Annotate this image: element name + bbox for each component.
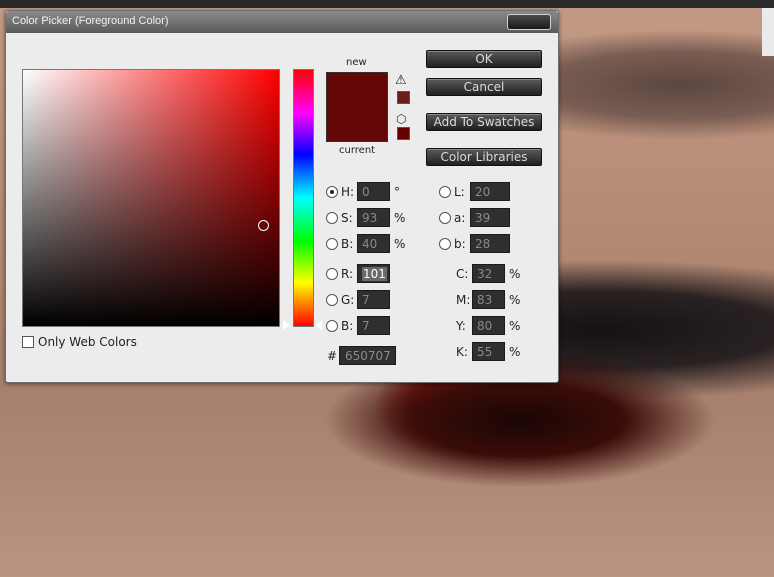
current-color-swatch[interactable] [326, 106, 388, 142]
top-bar [0, 0, 774, 8]
y-unit: % [509, 318, 521, 333]
h-field[interactable]: 0 [357, 182, 390, 201]
k-unit: % [509, 344, 521, 359]
l-field[interactable]: 20 [470, 182, 510, 201]
a-radio[interactable] [439, 211, 451, 224]
gamut-warning-swatch[interactable] [397, 91, 410, 104]
brightness-field[interactable]: 40 [357, 234, 390, 253]
a-field[interactable]: 39 [470, 208, 510, 227]
dialog-title: Color Picker (Foreground Color) [12, 15, 169, 27]
only-web-colors-label: Only Web Colors [38, 335, 137, 349]
k-row: K: 55 % [456, 342, 520, 361]
only-web-colors-checkbox[interactable] [22, 336, 34, 348]
add-to-swatches-button[interactable]: Add To Swatches [426, 113, 542, 131]
only-web-colors-option[interactable]: Only Web Colors [22, 335, 137, 349]
s-unit: % [394, 210, 406, 225]
web-safe-swatch[interactable] [397, 127, 410, 140]
l-radio[interactable] [439, 185, 451, 198]
color-picker-dialog: Color Picker (Foreground Color) Only Web… [5, 10, 559, 383]
hue-slider[interactable] [293, 69, 314, 327]
color-field-cursor[interactable] [258, 220, 269, 231]
s-radio[interactable] [326, 211, 338, 224]
b-row: B: 40 % [326, 234, 405, 253]
y-label: Y: [456, 318, 466, 333]
lab-b-radio[interactable] [439, 237, 451, 250]
r-field[interactable]: 101 [357, 264, 390, 283]
r-row: R: 101 [326, 264, 390, 283]
g-label: G: [341, 292, 355, 307]
hex-field[interactable]: 650707 [339, 346, 396, 365]
l-row: L: 20 [439, 182, 510, 201]
brightness-unit: % [394, 236, 406, 251]
blue-radio[interactable] [326, 319, 338, 332]
color-field[interactable] [22, 69, 280, 327]
brightness-label: B: [341, 236, 354, 251]
s-field[interactable]: 93 [357, 208, 390, 227]
brightness-radio[interactable] [326, 237, 338, 250]
hex-label: # [327, 349, 338, 363]
cube-icon[interactable]: ⬡ [396, 112, 406, 126]
lab-b-field[interactable]: 28 [470, 234, 510, 253]
r-label: R: [341, 266, 354, 281]
current-color-label: current [339, 145, 376, 156]
k-field[interactable]: 55 [472, 342, 505, 361]
g-field[interactable]: 7 [357, 290, 390, 309]
l-label: L: [454, 184, 465, 199]
r-radio[interactable] [326, 267, 338, 280]
panel-edge [762, 8, 774, 56]
lab-b-label: b: [454, 236, 466, 251]
m-unit: % [509, 292, 521, 307]
y-row: Y: 80 % [456, 316, 520, 335]
ok-button[interactable]: OK [426, 50, 542, 68]
cancel-button[interactable]: Cancel [426, 78, 542, 96]
color-libraries-button[interactable]: Color Libraries [426, 148, 542, 166]
y-field[interactable]: 80 [472, 316, 505, 335]
c-unit: % [509, 266, 521, 281]
m-field[interactable]: 83 [472, 290, 505, 309]
close-icon[interactable] [507, 14, 551, 30]
m-label: M: [456, 292, 471, 307]
warning-triangle-icon[interactable]: ⚠ [395, 73, 407, 88]
g-row: G: 7 [326, 290, 390, 309]
blue-row: B: 7 [326, 316, 390, 335]
hue-slider-right-arrow[interactable] [315, 320, 322, 330]
new-color-label: new [346, 57, 367, 68]
a-label: a: [454, 210, 466, 225]
h-label: H: [341, 184, 355, 199]
g-radio[interactable] [326, 293, 338, 306]
c-row: C: 32 % [456, 264, 520, 283]
blue-field[interactable]: 7 [357, 316, 390, 335]
c-label: C: [456, 266, 469, 281]
c-field[interactable]: 32 [472, 264, 505, 283]
new-color-swatch [326, 72, 388, 107]
h-radio[interactable] [326, 185, 338, 198]
lab-b-row: b: 28 [439, 234, 510, 253]
title-bar[interactable]: Color Picker (Foreground Color) [6, 11, 558, 33]
hue-slider-left-arrow[interactable] [283, 320, 290, 330]
r-value: 101 [362, 267, 387, 281]
k-label: K: [456, 344, 468, 359]
s-label: S: [341, 210, 353, 225]
h-unit: ° [394, 184, 400, 199]
blue-label: B: [341, 318, 354, 333]
a-row: a: 39 [439, 208, 510, 227]
h-row: H: 0 ° [326, 182, 400, 201]
s-row: S: 93 % [326, 208, 405, 227]
m-row: M: 83 % [456, 290, 520, 309]
